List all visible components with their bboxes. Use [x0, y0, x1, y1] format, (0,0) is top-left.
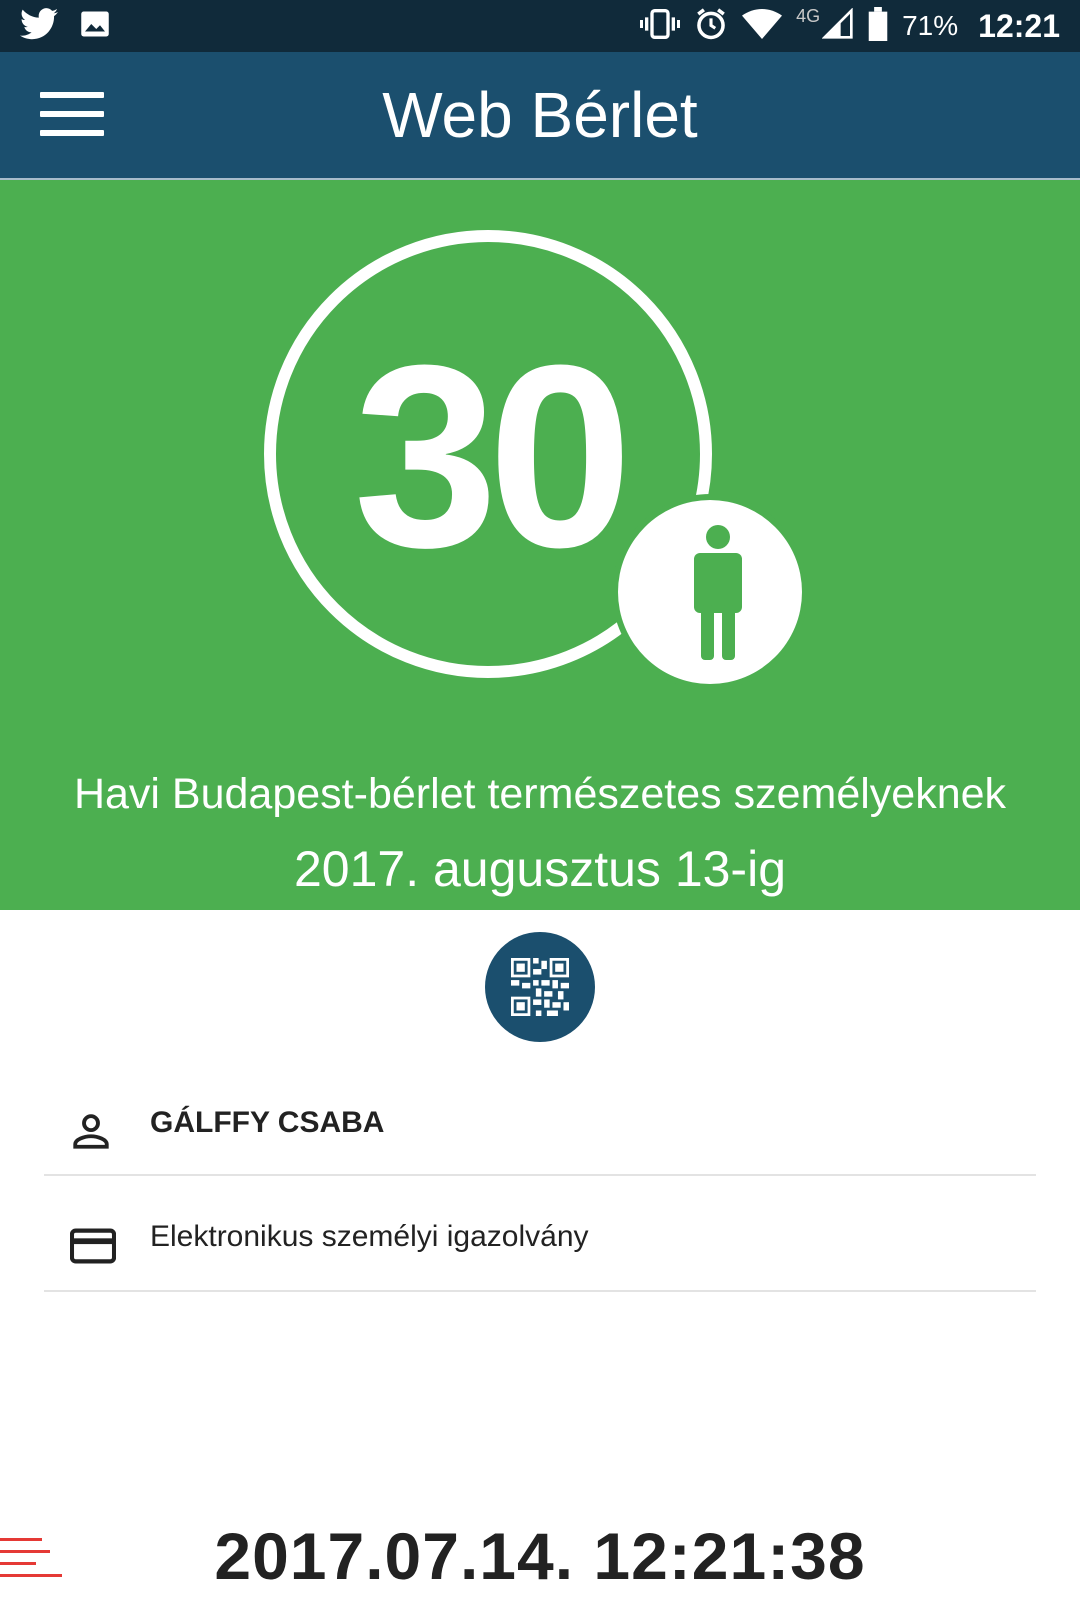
qr-code-button[interactable]	[485, 932, 595, 1042]
holder-name-row: GÁLFFY CSABA	[44, 1060, 1036, 1176]
app-title: Web Bérlet	[382, 79, 698, 151]
qr-code-icon	[511, 958, 569, 1016]
holder-document: Elektronikus személyi igazolvány	[150, 1220, 589, 1253]
ticket-banner: 30 Havi Budapest-bérlet természetes szem…	[0, 180, 1080, 910]
ticket-badge: 30	[264, 230, 808, 690]
clock-time: 12:21	[978, 7, 1060, 44]
alarm-icon	[694, 7, 728, 46]
signal-icon	[821, 6, 854, 45]
image-icon	[80, 9, 110, 44]
holder-document-row: Elektronikus személyi igazolvány	[44, 1176, 1036, 1292]
credit-card-icon	[69, 1226, 117, 1271]
network-type: 4G	[796, 5, 821, 26]
live-clock: 2017.07.14. 12:21:38	[214, 1519, 866, 1593]
vibrate-icon	[639, 8, 681, 45]
status-bar: 4G 71% 12:21	[0, 0, 1080, 52]
wifi-icon	[742, 8, 783, 45]
days-number: 30	[353, 312, 622, 602]
battery-percent: 71%	[902, 10, 959, 41]
battery-icon	[868, 6, 888, 46]
person-outline-icon	[70, 1110, 112, 1157]
ticket-validity: 2017. augusztus 13-ig	[293, 841, 787, 897]
twitter-icon	[20, 8, 58, 45]
ticket-name: Havi Budapest-bérlet természetes személy…	[73, 770, 1007, 818]
app-bar: Web Bérlet	[0, 52, 1080, 180]
holder-name: GÁLFFY CSABA	[150, 1106, 385, 1139]
